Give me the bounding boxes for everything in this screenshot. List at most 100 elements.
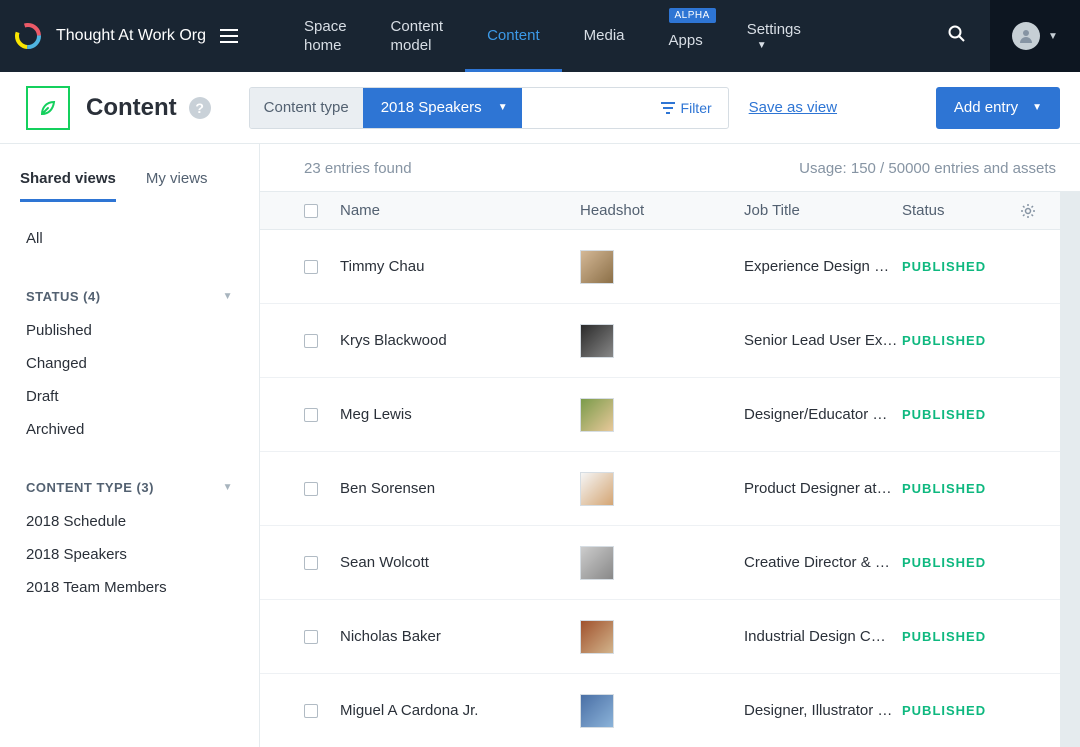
- alpha-badge: ALPHA: [669, 8, 716, 23]
- row-checkbox[interactable]: [304, 334, 318, 348]
- table-row[interactable]: Meg Lewis Designer/Educator … PUBLISHED: [260, 378, 1060, 452]
- row-checkbox[interactable]: [304, 630, 318, 644]
- search-icon: [948, 25, 966, 43]
- contentful-logo-icon: [14, 22, 42, 50]
- nav-space-home[interactable]: Space home: [282, 0, 369, 72]
- headshot-thumb: [580, 620, 614, 654]
- col-status[interactable]: Status: [902, 202, 1006, 219]
- page-icon: [26, 86, 70, 130]
- job-title: Senior Lead User Ex…: [744, 332, 897, 349]
- scrollbar[interactable]: [1060, 191, 1080, 747]
- sidebar-item-all[interactable]: All: [26, 222, 233, 255]
- sidebar-item-2018-team-members[interactable]: 2018 Team Members: [26, 571, 233, 604]
- entry-name: Ben Sorensen: [340, 480, 435, 497]
- entry-name: Miguel A Cardona Jr.: [340, 702, 478, 719]
- table-row[interactable]: Sean Wolcott Creative Director & … PUBLI…: [260, 526, 1060, 600]
- view-tabs: Shared views My views: [0, 158, 259, 202]
- page-header: Content ? Content type 2018 Speakers ▼ F…: [0, 72, 1080, 144]
- status-badge: PUBLISHED: [902, 481, 986, 496]
- chevron-down-icon: ▼: [1048, 31, 1058, 42]
- row-checkbox[interactable]: [304, 408, 318, 422]
- page-title: Content: [86, 94, 177, 122]
- job-title: Industrial Design C…: [744, 628, 886, 645]
- sidebar: Shared views My views All STATUS (4)▼ Pu…: [0, 144, 260, 747]
- sidebar-item-archived[interactable]: Archived: [26, 413, 233, 446]
- menu-icon[interactable]: [220, 29, 238, 43]
- status-badge: PUBLISHED: [902, 407, 986, 422]
- sub-controls: Content type 2018 Speakers ▼ Filter Save…: [249, 87, 1060, 129]
- entry-name: Krys Blackwood: [340, 332, 447, 349]
- nav-media[interactable]: Media: [562, 0, 647, 72]
- col-name[interactable]: Name: [340, 202, 580, 219]
- row-checkbox[interactable]: [304, 704, 318, 718]
- table-row[interactable]: Krys Blackwood Senior Lead User Ex… PUBL…: [260, 304, 1060, 378]
- content-type-select[interactable]: 2018 Speakers ▼: [363, 88, 522, 128]
- table-settings-button[interactable]: [1006, 203, 1036, 219]
- sidebar-item-published[interactable]: Published: [26, 314, 233, 347]
- nav-settings[interactable]: Settings▼: [725, 0, 823, 72]
- chevron-down-icon: ▼: [498, 102, 508, 113]
- status-badge: PUBLISHED: [902, 629, 986, 644]
- user-icon: [1018, 28, 1034, 44]
- content-type-label: Content type: [250, 88, 363, 128]
- row-checkbox[interactable]: [304, 260, 318, 274]
- col-headshot[interactable]: Headshot: [580, 202, 744, 219]
- sidebar-item-draft[interactable]: Draft: [26, 380, 233, 413]
- filter-button[interactable]: Filter: [645, 88, 728, 128]
- row-checkbox[interactable]: [304, 482, 318, 496]
- sidebar-item-2018-schedule[interactable]: 2018 Schedule: [26, 505, 233, 538]
- status-badge: PUBLISHED: [902, 259, 986, 274]
- status-badge: PUBLISHED: [902, 333, 986, 348]
- org-switcher[interactable]: Thought At Work Org: [0, 22, 254, 50]
- sidebar-header-content-type[interactable]: CONTENT TYPE (3)▼: [26, 472, 233, 505]
- nav-right: ▼: [924, 0, 1080, 72]
- tab-shared-views[interactable]: Shared views: [20, 158, 116, 202]
- tab-my-views[interactable]: My views: [146, 158, 208, 202]
- nav-content-model[interactable]: Content model: [369, 0, 466, 72]
- job-title: Designer, Illustrator …: [744, 702, 892, 719]
- main: Shared views My views All STATUS (4)▼ Pu…: [0, 144, 1080, 747]
- entries-found: 23 entries found: [304, 160, 412, 177]
- user-menu[interactable]: ▼: [990, 0, 1080, 72]
- table-row[interactable]: Timmy Chau Experience Design … PUBLISHED: [260, 230, 1060, 304]
- filter-bar: Content type 2018 Speakers ▼ Filter: [249, 87, 729, 129]
- filter-icon: [661, 102, 675, 114]
- sidebar-item-2018-speakers[interactable]: 2018 Speakers: [26, 538, 233, 571]
- nav-content[interactable]: Content: [465, 0, 562, 72]
- table-row[interactable]: Nicholas Baker Industrial Design C… PUBL…: [260, 600, 1060, 674]
- headshot-thumb: [580, 324, 614, 358]
- search-button[interactable]: [924, 25, 990, 48]
- headshot-thumb: [580, 546, 614, 580]
- meta-row: 23 entries found Usage: 150 / 50000 entr…: [260, 144, 1080, 191]
- top-nav: Thought At Work Org Space home Content m…: [0, 0, 1080, 72]
- job-title: Designer/Educator …: [744, 406, 887, 423]
- avatar: [1012, 22, 1040, 50]
- status-badge: PUBLISHED: [902, 555, 986, 570]
- sidebar-header-status[interactable]: STATUS (4)▼: [26, 281, 233, 314]
- headshot-thumb: [580, 694, 614, 728]
- sidebar-item-changed[interactable]: Changed: [26, 347, 233, 380]
- org-name: Thought At Work Org: [56, 27, 206, 45]
- leaf-icon: [36, 96, 60, 120]
- job-title: Product Designer at…: [744, 480, 892, 497]
- entry-name: Nicholas Baker: [340, 628, 441, 645]
- triangle-down-icon: ▼: [223, 482, 233, 493]
- job-title: Creative Director & …: [744, 554, 890, 571]
- table-header: Name Headshot Job Title Status: [260, 191, 1060, 230]
- nav-apps[interactable]: ALPHA Apps: [647, 0, 725, 72]
- add-entry-button[interactable]: Add entry ▼: [936, 87, 1060, 129]
- triangle-down-icon: ▼: [223, 291, 233, 302]
- row-checkbox[interactable]: [304, 556, 318, 570]
- col-job-title[interactable]: Job Title: [744, 202, 902, 219]
- save-as-view-link[interactable]: Save as view: [749, 99, 837, 116]
- select-all-checkbox[interactable]: [304, 204, 318, 218]
- status-badge: PUBLISHED: [902, 703, 986, 718]
- entry-name: Sean Wolcott: [340, 554, 429, 571]
- entry-name: Meg Lewis: [340, 406, 412, 423]
- entries-table: Name Headshot Job Title Status Timmy Cha…: [260, 191, 1060, 747]
- chevron-down-icon: ▼: [1032, 102, 1042, 113]
- table-row[interactable]: Miguel A Cardona Jr. Designer, Illustrat…: [260, 674, 1060, 747]
- help-icon[interactable]: ?: [189, 97, 211, 119]
- headshot-thumb: [580, 472, 614, 506]
- table-row[interactable]: Ben Sorensen Product Designer at… PUBLIS…: [260, 452, 1060, 526]
